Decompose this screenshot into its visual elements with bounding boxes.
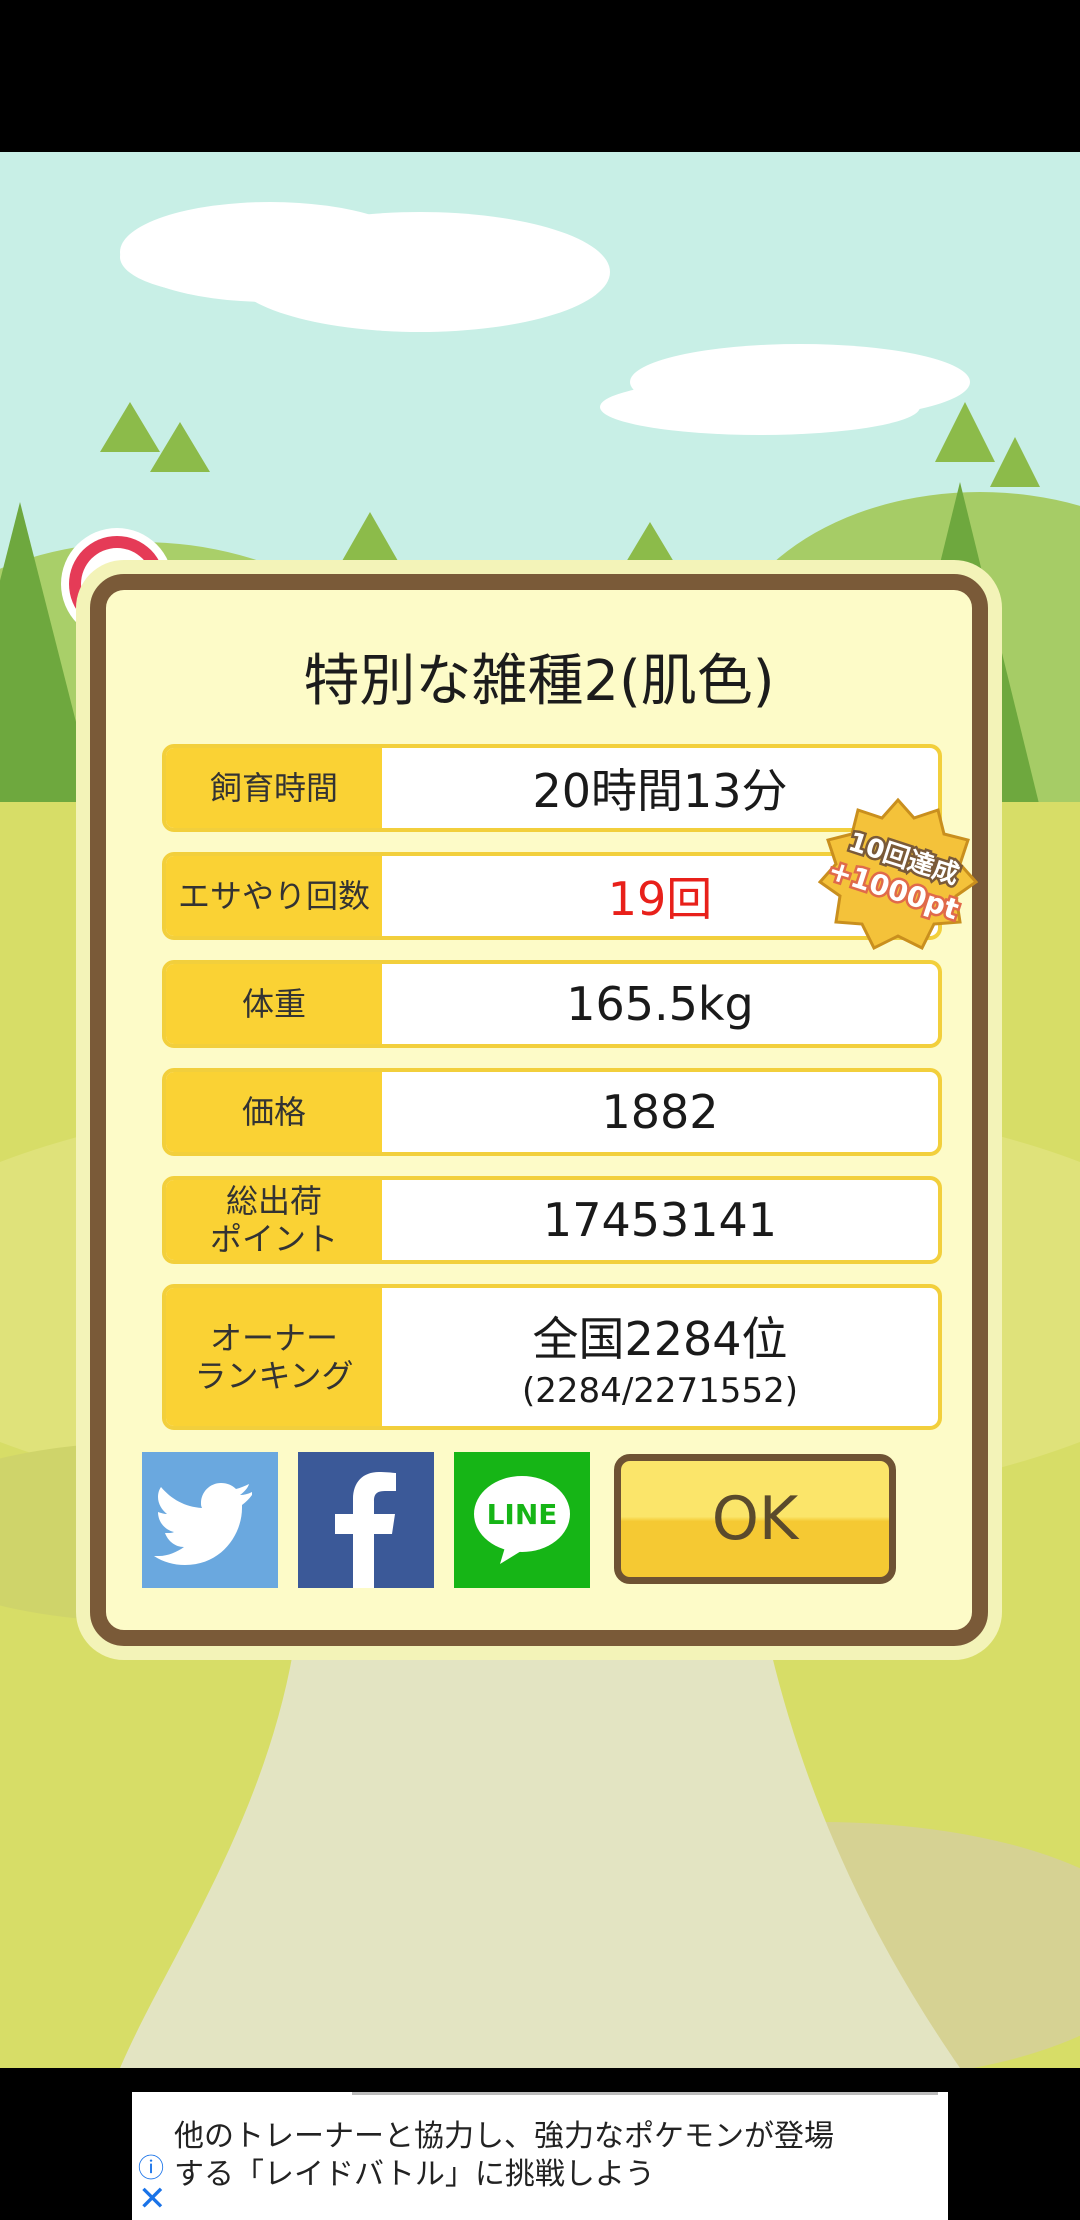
ok-button[interactable]: OK [614,1454,896,1584]
svg-text:LINE: LINE [487,1498,558,1531]
stat-subvalue: (2284/2271552) [522,1371,798,1411]
facebook-share-button[interactable] [298,1452,434,1588]
dialog-title: 特別な雑種2(肌色) [303,649,775,714]
stat-label: 価格 [166,1072,382,1152]
stat-label: 総出荷 ポイント [166,1180,382,1260]
stat-row-price: 価格 1882 [162,1068,942,1156]
ad-banner[interactable]: 他のトレーナーと協力し、強力なポケモンが登場 する「レイドバトル」に挑戦しよう … [132,2092,948,2220]
ad-text-line2: する「レイドバトル」に挑戦しよう [174,2157,655,2192]
stat-value: 17453141 [542,1193,778,1247]
stat-value: 165.5kg [566,977,754,1031]
stat-value: 20時間13分 [532,764,788,818]
stat-label: エサやり回数 [166,856,382,936]
ad-divider [352,2092,938,2095]
stat-row-owner-ranking: オーナー ランキング 全国2284位 (2284/2271552) [162,1284,942,1430]
stat-value: 19回 [607,872,713,926]
facebook-icon [335,1472,396,1588]
stat-row-total-points: 総出荷 ポイント 17453141 [162,1176,942,1264]
ad-text-line1: 他のトレーナーと協力し、強力なポケモンが登場 [174,2119,834,2154]
stat-row-weight: 体重 165.5kg [162,960,942,1048]
stat-value: 全国2284位 [532,1312,788,1366]
twitter-icon [154,1483,252,1565]
achievement-badge: 10回達成 +1000pt [817,796,979,956]
twitter-share-button[interactable] [142,1452,278,1588]
stat-label: オーナー ランキング [166,1288,382,1426]
line-icon: LINE [474,1476,570,1564]
ad-text[interactable]: 他のトレーナーと協力し、強力なポケモンが登場 する「レイドバトル」に挑戦しよう [174,2118,834,2194]
stat-label: 体重 [166,964,382,1044]
stat-label: 飼育時間 [166,748,382,828]
stat-value: 1882 [601,1085,719,1139]
line-share-button[interactable]: LINE [454,1452,590,1588]
ad-close-icon[interactable]: ✕ [138,2182,167,2216]
